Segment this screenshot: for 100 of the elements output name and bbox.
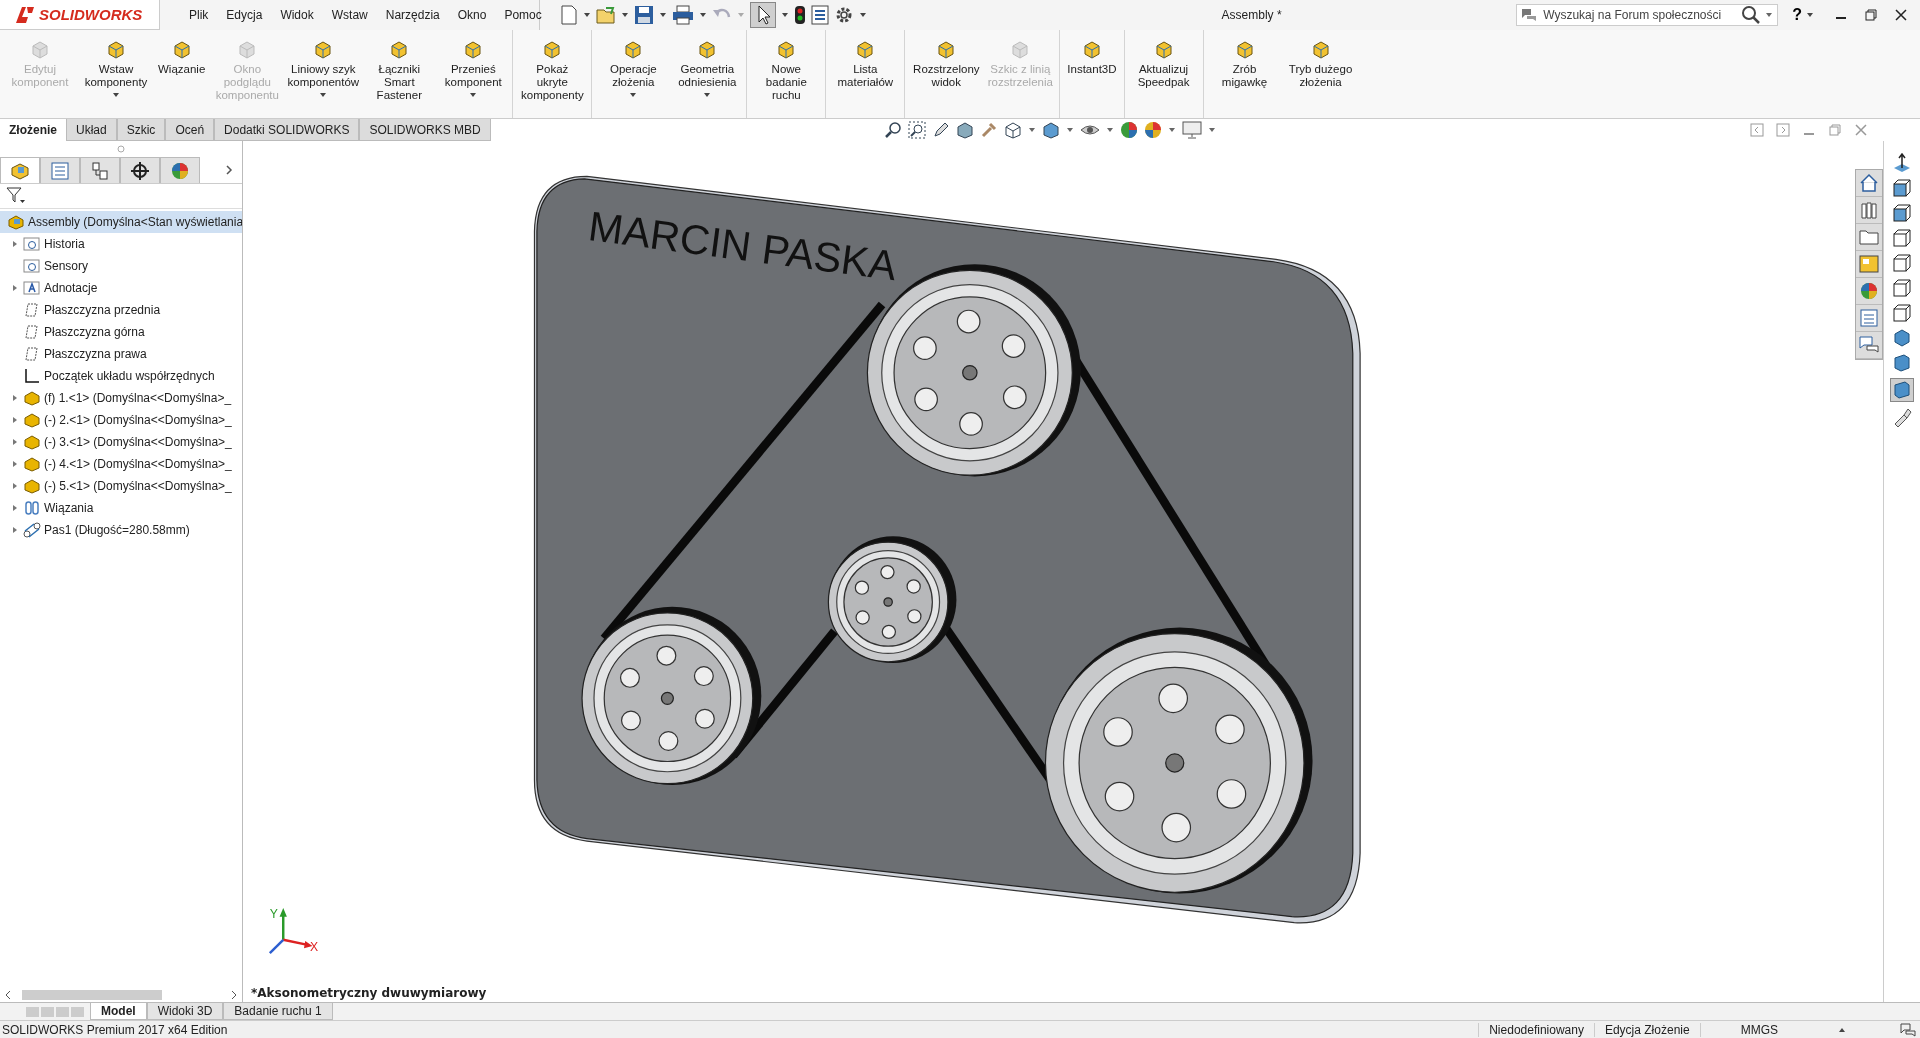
ribbon-button[interactable]: Nowe badanie ruchu <box>750 30 827 118</box>
tree-item[interactable]: (f) 1.<1> (Domyślna<<Domyślna>_ <box>0 387 242 409</box>
menu-item[interactable]: Edycja <box>217 8 272 22</box>
menu-item[interactable]: Okno <box>448 8 496 22</box>
tree-item[interactable]: Wiązania <box>0 497 242 519</box>
ribbon-button[interactable]: Zrób migawkę <box>1206 30 1283 118</box>
cube-icon[interactable] <box>1004 121 1022 139</box>
ribbon-button[interactable]: Operacje złożenia <box>595 30 672 118</box>
ribbon-button[interactable]: Liniowy szyk komponentów <box>285 30 362 118</box>
ribbon-button[interactable]: Wstaw komponenty <box>78 30 154 118</box>
command-tab[interactable]: Dodatki SOLIDWORKS <box>214 119 360 141</box>
isometric-cube-icon[interactable] <box>1892 328 1912 348</box>
trimetric-cube-icon[interactable] <box>1890 378 1914 402</box>
menu-item[interactable]: Narzędzia <box>376 8 449 22</box>
list-icon[interactable] <box>811 5 829 25</box>
monitor-icon[interactable] <box>1182 121 1202 139</box>
caret-icon[interactable] <box>1106 127 1114 133</box>
view-cube-icon[interactable] <box>1892 278 1912 298</box>
appearance-sphere-icon[interactable] <box>1120 121 1138 139</box>
expand-arrow-icon[interactable] <box>11 526 19 534</box>
ribbon-button[interactable]: Łączniki Smart Fastener <box>361 30 438 118</box>
caret-icon[interactable] <box>1028 127 1036 133</box>
caret-icon[interactable] <box>112 92 120 98</box>
tree-item[interactable]: Początek układu współrzędnych <box>0 365 242 387</box>
next-pane-icon[interactable] <box>1776 123 1790 137</box>
scrollbar-thumb[interactable] <box>22 990 162 1000</box>
ribbon-button[interactable]: Rozstrzelony widok <box>908 30 985 118</box>
expand-arrow-icon[interactable] <box>11 482 19 490</box>
previous-pane-icon[interactable] <box>1750 123 1764 137</box>
ribbon-button[interactable]: Aktualizuj Speedpak <box>1127 30 1204 118</box>
tree-item[interactable]: (-) 5.<1> (Domyślna<<Domyślna>_ <box>0 475 242 497</box>
select-cursor-icon[interactable] <box>750 2 776 28</box>
caret-icon[interactable] <box>781 11 789 19</box>
ribbon-button[interactable]: Tryb dużego złożenia <box>1282 30 1359 118</box>
caret-icon[interactable] <box>1168 127 1176 133</box>
restore-icon[interactable] <box>1864 8 1878 22</box>
scroll-right-icon[interactable] <box>230 990 238 1000</box>
bottom-tab[interactable]: Model <box>90 1003 147 1020</box>
caret-icon[interactable] <box>703 92 712 98</box>
menu-item[interactable]: Wstaw <box>322 8 377 22</box>
flashlight-icon[interactable] <box>1892 407 1912 427</box>
view-cube-icon[interactable] <box>1892 178 1912 198</box>
panel-grip-icon[interactable] <box>117 145 125 153</box>
tree-item[interactable]: Historia <box>0 233 242 255</box>
ribbon-button[interactable]: Pokaż ukryte komponenty <box>516 30 593 118</box>
filter-icon[interactable] <box>6 187 26 205</box>
menu-item[interactable]: Plik <box>180 8 218 22</box>
menu-item[interactable]: Widok <box>271 8 323 22</box>
units-selector[interactable]: MMGS <box>1699 1022 1838 1037</box>
ribbon-button[interactable]: Lista materiałów <box>829 30 906 118</box>
view-cube-icon[interactable] <box>1892 228 1912 248</box>
caret-icon[interactable] <box>629 92 638 98</box>
caret-icon[interactable] <box>621 11 629 19</box>
shaded-cube-icon[interactable] <box>1042 121 1060 139</box>
caret-icon[interactable] <box>859 11 867 19</box>
expand-arrow-icon[interactable] <box>11 504 19 512</box>
view-cube-icon[interactable] <box>1892 203 1912 223</box>
scene-sphere-icon[interactable] <box>1144 121 1162 139</box>
expand-arrow-icon[interactable] <box>11 394 19 402</box>
caret-icon[interactable] <box>1208 127 1216 133</box>
expand-arrow-icon[interactable] <box>11 416 19 424</box>
close-icon[interactable] <box>1894 8 1908 22</box>
traffic-light-icon[interactable] <box>794 5 806 25</box>
command-tab[interactable]: Oceń <box>165 119 215 141</box>
caret-icon[interactable] <box>1765 11 1774 19</box>
tree-item[interactable]: Płaszczyzna przednia <box>0 299 242 321</box>
tree-item[interactable]: (-) 3.<1> (Domyślna<<Domyślna>_ <box>0 431 242 453</box>
settings-icon[interactable] <box>834 5 854 25</box>
tree-item[interactable]: (-) 4.<1> (Domyślna<<Domyślna>_ <box>0 453 242 475</box>
property-list-tab-icon[interactable] <box>50 160 70 181</box>
open-folder-icon[interactable] <box>596 5 616 25</box>
chat-bubbles-icon[interactable] <box>1900 1022 1916 1037</box>
dimetric-cube-icon[interactable] <box>1892 353 1912 373</box>
solidworks-logo[interactable]: SOLIDWORKS <box>0 0 160 30</box>
tree-item[interactable]: Pas1 (Długość=280.58mm) <box>0 519 242 541</box>
save-icon[interactable] <box>634 5 654 25</box>
expand-arrow-icon[interactable] <box>11 284 19 292</box>
ribbon-button[interactable]: Geometria odniesienia <box>671 30 748 118</box>
help-button[interactable]: ? <box>1778 6 1806 24</box>
caret-icon[interactable] <box>1806 11 1814 19</box>
command-tab[interactable]: Układ <box>66 119 117 141</box>
appearance-tab-icon[interactable] <box>170 160 190 181</box>
caret-icon[interactable] <box>659 11 667 19</box>
scroll-left-icon[interactable] <box>4 990 12 1000</box>
tree-item[interactable]: (-) 2.<1> (Domyślna<<Domyślna>_ <box>0 409 242 431</box>
expand-arrow-icon[interactable] <box>11 438 19 446</box>
chevron-right-icon[interactable] <box>224 164 234 176</box>
search-icon[interactable] <box>1741 5 1762 25</box>
caret-icon[interactable] <box>699 11 707 19</box>
print-icon[interactable] <box>672 5 694 25</box>
view-cube-icon[interactable] <box>1892 253 1912 273</box>
tree-item[interactable]: Płaszczyzna górna <box>0 321 242 343</box>
zoom-icon[interactable] <box>884 121 902 139</box>
caret-icon[interactable] <box>1066 127 1074 133</box>
caret-icon[interactable] <box>469 92 478 98</box>
menu-item[interactable]: Pomoc <box>495 8 551 22</box>
expand-arrow-icon[interactable] <box>11 240 19 248</box>
ribbon-button[interactable]: Instant3D <box>1063 30 1125 118</box>
tree-item[interactable]: Płaszczyzna prawa <box>0 343 242 365</box>
pencil-icon[interactable] <box>932 121 950 139</box>
